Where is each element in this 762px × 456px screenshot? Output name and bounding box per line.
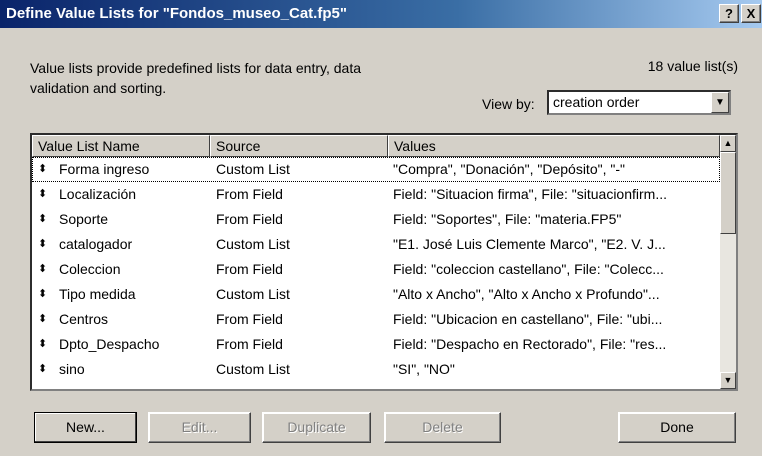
view-by-value: creation order [553, 94, 640, 110]
row-name: Forma ingreso [59, 161, 150, 177]
table-row[interactable]: ⬍ sino Custom List "SI", "NO" [32, 357, 720, 382]
table-row[interactable]: ⬍ Dpto_Despacho From Field Field: "Despa… [32, 332, 720, 357]
move-arrows-icon[interactable]: ⬍ [38, 257, 54, 282]
row-values: Field: "coleccion castellano", File: "Co… [393, 261, 664, 277]
column-header-values[interactable]: Values [388, 135, 720, 157]
move-arrows-icon[interactable]: ⬍ [38, 332, 54, 357]
help-button[interactable]: ? [719, 4, 739, 23]
row-values: Field: "Despacho en Rectorado", File: "r… [393, 336, 667, 352]
row-name: catalogador [59, 236, 133, 252]
row-source: From Field [216, 186, 283, 202]
row-source: Custom List [216, 236, 290, 252]
scroll-down-icon[interactable]: ▼ [720, 372, 736, 389]
row-source: From Field [216, 261, 283, 277]
row-values: "SI", "NO" [393, 361, 455, 377]
row-source: Custom List [216, 161, 290, 177]
row-values: Field: "Ubicacion en castellano", File: … [393, 311, 663, 327]
row-name: Tipo medida [59, 286, 136, 302]
scroll-up-icon[interactable]: ▲ [720, 135, 736, 152]
row-values: Field: "Soportes", File: "materia.FP5" [393, 211, 622, 227]
value-list-table[interactable]: Value List Name Source Values ⬍ Forma in… [30, 133, 738, 391]
chevron-down-icon[interactable]: ▼ [711, 92, 729, 113]
row-source: From Field [216, 336, 283, 352]
row-source: Custom List [216, 286, 290, 302]
row-name: Coleccion [59, 261, 121, 277]
description-text: Value lists provide predefined lists for… [30, 60, 361, 96]
table-row[interactable]: ⬍ Tipo medida Custom List "Alto x Ancho"… [32, 282, 720, 307]
row-values: Field: "Situacion firma", File: "situaci… [393, 186, 667, 202]
move-arrows-icon[interactable]: ⬍ [38, 307, 54, 332]
new-button[interactable]: New... [34, 412, 137, 443]
column-header-name[interactable]: Value List Name [32, 135, 210, 157]
close-button[interactable]: X [741, 4, 761, 23]
move-arrows-icon[interactable]: ⬍ [38, 282, 54, 307]
scroll-thumb[interactable] [720, 152, 736, 234]
title-bar: Define Value Lists for "Fondos_museo_Cat… [0, 0, 762, 28]
row-values: "E1. José Luis Clemente Marco", "E2. V. … [393, 236, 666, 252]
row-values: "Alto x Ancho", "Alto x Ancho x Profundo… [393, 286, 660, 302]
row-name: Soporte [59, 211, 109, 227]
view-by-label: View by: [482, 96, 535, 112]
table-row[interactable]: ⬍ Localización From Field Field: "Situac… [32, 182, 720, 207]
table-row[interactable]: ⬍ Coleccion From Field Field: "coleccion… [32, 257, 720, 282]
view-by-select[interactable]: creation order ▼ [547, 90, 731, 115]
move-arrows-icon[interactable]: ⬍ [38, 182, 54, 207]
table-row[interactable]: ⬍ Forma ingreso Custom List "Compra", "D… [32, 157, 720, 182]
row-values: "Compra", "Donación", "Depósito", "-" [393, 161, 625, 177]
move-arrows-icon[interactable]: ⬍ [38, 207, 54, 232]
table-row[interactable]: ⬍ Soporte From Field Field: "Soportes", … [32, 207, 720, 232]
window-title: Define Value Lists for "Fondos_museo_Cat… [6, 5, 347, 22]
table-row[interactable]: ⬍ Centros From Field Field: "Ubicacion e… [32, 307, 720, 332]
row-name: Centros [59, 311, 109, 327]
value-list-count: 18 value list(s) [647, 58, 738, 74]
table-rows: ⬍ Forma ingreso Custom List "Compra", "D… [32, 157, 720, 382]
vertical-scrollbar[interactable]: ▲ ▼ [720, 135, 736, 389]
delete-button[interactable]: Delete [384, 412, 501, 443]
row-name: sino [59, 361, 85, 377]
row-name: Dpto_Despacho [59, 336, 160, 352]
row-source: From Field [216, 311, 283, 327]
move-arrows-icon[interactable]: ⬍ [38, 157, 54, 182]
duplicate-button[interactable]: Duplicate [262, 412, 371, 443]
row-name: Localización [59, 186, 137, 202]
edit-button[interactable]: Edit... [148, 412, 251, 443]
move-arrows-icon[interactable]: ⬍ [38, 232, 54, 257]
column-header-source[interactable]: Source [210, 135, 388, 157]
row-source: Custom List [216, 361, 290, 377]
table-row[interactable]: ⬍ catalogador Custom List "E1. José Luis… [32, 232, 720, 257]
row-source: From Field [216, 211, 283, 227]
done-button[interactable]: Done [618, 412, 736, 443]
move-arrows-icon[interactable]: ⬍ [38, 357, 54, 382]
